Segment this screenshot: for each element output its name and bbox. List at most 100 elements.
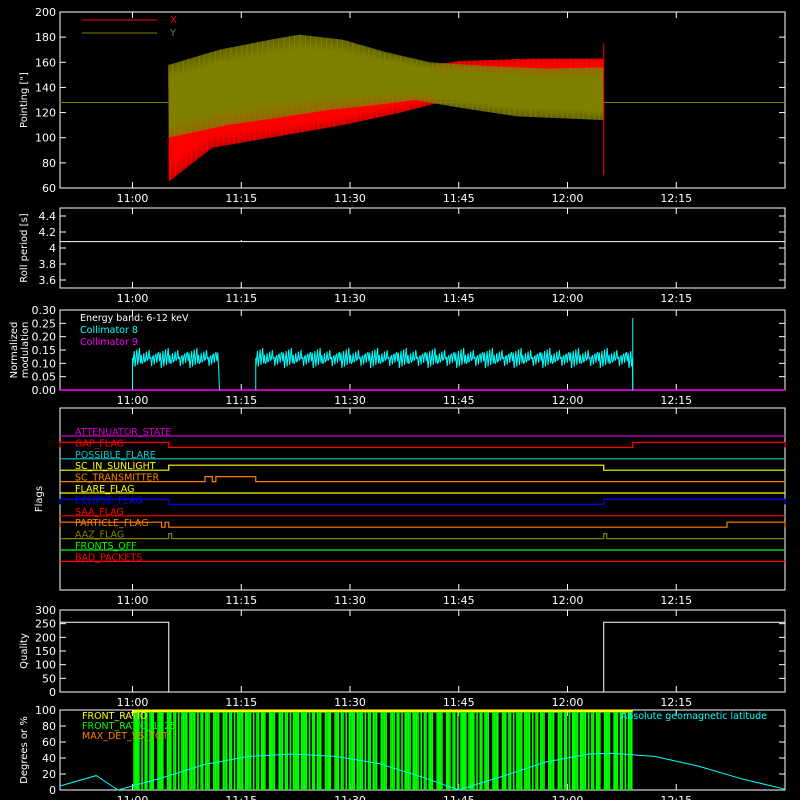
- y-tick-label: 180: [35, 31, 56, 44]
- y-tick-label: 4.4: [39, 210, 57, 223]
- y-tick-label: 120: [35, 107, 56, 120]
- y-tick-label: 0.00: [32, 384, 57, 397]
- y-tick-label: 0.10: [32, 357, 57, 370]
- x-tick-label: 12:00: [552, 394, 584, 407]
- flag-label: BAD_PACKETS: [75, 552, 142, 563]
- flag-label: SC_IN_SUNLIGHT: [75, 461, 156, 472]
- legend-label: Absolute geomagnetic latitude: [621, 711, 767, 722]
- x-tick-label: 12:15: [660, 794, 692, 800]
- y-tick-label: 200: [35, 6, 56, 19]
- y-tick-label: 160: [35, 56, 56, 69]
- flag-label: FRONTS_OFF: [75, 541, 137, 552]
- y-axis-label: Roll period [s]: [19, 213, 30, 282]
- x-tick-label: 11:45: [443, 292, 475, 305]
- y-tick-label: 20: [42, 768, 56, 781]
- x-tick-label: 11:00: [117, 794, 149, 800]
- y-tick-label: 60: [42, 182, 56, 195]
- y-tick-label: 250: [35, 618, 56, 631]
- panel-geomag: 11:00 11:15 11:30 11:45 12:00 12:15 0 20 40 60 80 1…: [19, 704, 786, 800]
- x-tick-label: 12:15: [660, 292, 692, 305]
- x-tick-label: 11:30: [334, 594, 366, 607]
- flag-label: ATTENUATOR_STATE: [75, 427, 171, 438]
- panel-roll: 11:00 11:15 11:30 11:45 12:00 12:15 3.6 3.8 4 4.2…: [19, 207, 786, 305]
- flag-label: AAZ_FLAG: [75, 530, 124, 541]
- x-tick-label: 12:15: [660, 696, 692, 709]
- panel-quality: 11:00 11:15 11:30 11:45 12:00 12:150501001502…: [19, 604, 786, 709]
- x-tick-label: 11:30: [334, 292, 366, 305]
- x-tick-label: 11:15: [225, 292, 257, 305]
- figure: 11:00 11:15 11:30 11:45 12:00 12:15 60 80 100 120…: [9, 6, 786, 800]
- x-tick-label: 11:45: [443, 594, 475, 607]
- y-tick-label: 50: [42, 672, 56, 685]
- x-tick-label: 11:45: [443, 394, 475, 407]
- x-tick-label: 11:15: [225, 794, 257, 800]
- y-tick-label: 60: [42, 736, 56, 749]
- legend-label: X: [170, 15, 177, 26]
- y-tick-label: 0.30: [32, 304, 57, 317]
- y-tick-label: 0.25: [32, 317, 57, 330]
- y-tick-label: 0: [49, 686, 56, 699]
- flag-label: SC_TRANSMITTER: [75, 473, 160, 484]
- series-y: [168, 34, 604, 138]
- x-tick-label: 11:45: [443, 696, 475, 709]
- y-tick-label: 200: [35, 631, 56, 644]
- y-tick-label: 0.05: [32, 371, 57, 384]
- x-tick-label: 11:30: [334, 192, 366, 205]
- x-tick-label: 12:00: [552, 292, 584, 305]
- x-tick-label: 12:00: [552, 696, 584, 709]
- x-tick-label: 12:00: [552, 192, 584, 205]
- panel-modulation: 11:00 11:15 11:30 11:45 12:00 12:150.000.050.…: [9, 304, 786, 407]
- x-tick-label: 11:30: [334, 394, 366, 407]
- flag-label: ECLIPSE_FLAG: [75, 495, 143, 506]
- x-tick-label: 11:00: [117, 696, 149, 709]
- x-tick-label: 11:15: [225, 394, 257, 407]
- panel-frame: [59, 207, 786, 289]
- series-collimator-8: [255, 347, 634, 391]
- y-axis-label: Quality: [19, 633, 30, 669]
- y-tick-label: 4: [49, 242, 56, 255]
- panel-flags: 11:00 11:15 11:30 11:45 12:00 12:15 Flags ATTEN…: [34, 407, 786, 607]
- y-tick-label: 100: [35, 659, 56, 672]
- y-tick-label: 100: [35, 132, 56, 145]
- y-tick-label: 80: [42, 157, 56, 170]
- x-tick-label: 11:45: [443, 192, 475, 205]
- x-tick-label: 12:15: [660, 192, 692, 205]
- flag-label: FLARE_FLAG: [75, 484, 135, 495]
- flag-label: SAA_FLAG: [75, 507, 124, 518]
- legend-title: Energy band: 6-12 keV: [80, 313, 189, 324]
- flag-label: PARTICLE_FLAG: [75, 518, 148, 529]
- x-tick-label: 11:00: [117, 394, 149, 407]
- flag-line: [59, 441, 786, 448]
- y-axis-label: Degrees or %: [19, 716, 30, 784]
- x-tick-label: 11:30: [334, 794, 366, 800]
- x-tick-label: 12:00: [552, 794, 584, 800]
- y-axis-label: Flags: [34, 486, 45, 512]
- flag-label: GAP_FLAG: [75, 438, 124, 449]
- y-tick-label: 140: [35, 81, 56, 94]
- legend-label: Collimator 8: [80, 325, 138, 336]
- flag-line: [60, 464, 785, 471]
- y-tick-label: 0.20: [32, 331, 57, 344]
- flag-line: [60, 533, 785, 540]
- y-tick-label: 3.6: [39, 274, 57, 287]
- x-tick-label: 11:30: [334, 696, 366, 709]
- x-tick-label: 11:00: [117, 292, 149, 305]
- y-tick-label: 300: [35, 604, 56, 617]
- y-axis-label: Normalizedmodulation: [9, 322, 31, 379]
- series-collimator-8: [132, 347, 220, 391]
- legend-label: Y: [169, 28, 177, 39]
- y-tick-label: 4.2: [39, 226, 57, 239]
- legend-label: Collimator 9: [80, 337, 138, 348]
- y-axis-label: Pointing ["]: [19, 72, 30, 128]
- y-tick-label: 150: [35, 645, 56, 658]
- series-quality: [60, 621, 785, 693]
- x-tick-label: 12:15: [660, 394, 692, 407]
- y-tick-label: 0.15: [32, 344, 57, 357]
- panel-pointing: 11:00 11:15 11:30 11:45 12:00 12:15 60 80 100 120…: [19, 6, 786, 205]
- x-tick-label: 12:15: [660, 594, 692, 607]
- x-tick-label: 11:15: [225, 594, 257, 607]
- flag-line: [60, 476, 785, 483]
- flag-line: [59, 498, 786, 505]
- flag-line: [59, 521, 786, 528]
- y-tick-label: 40: [42, 752, 56, 765]
